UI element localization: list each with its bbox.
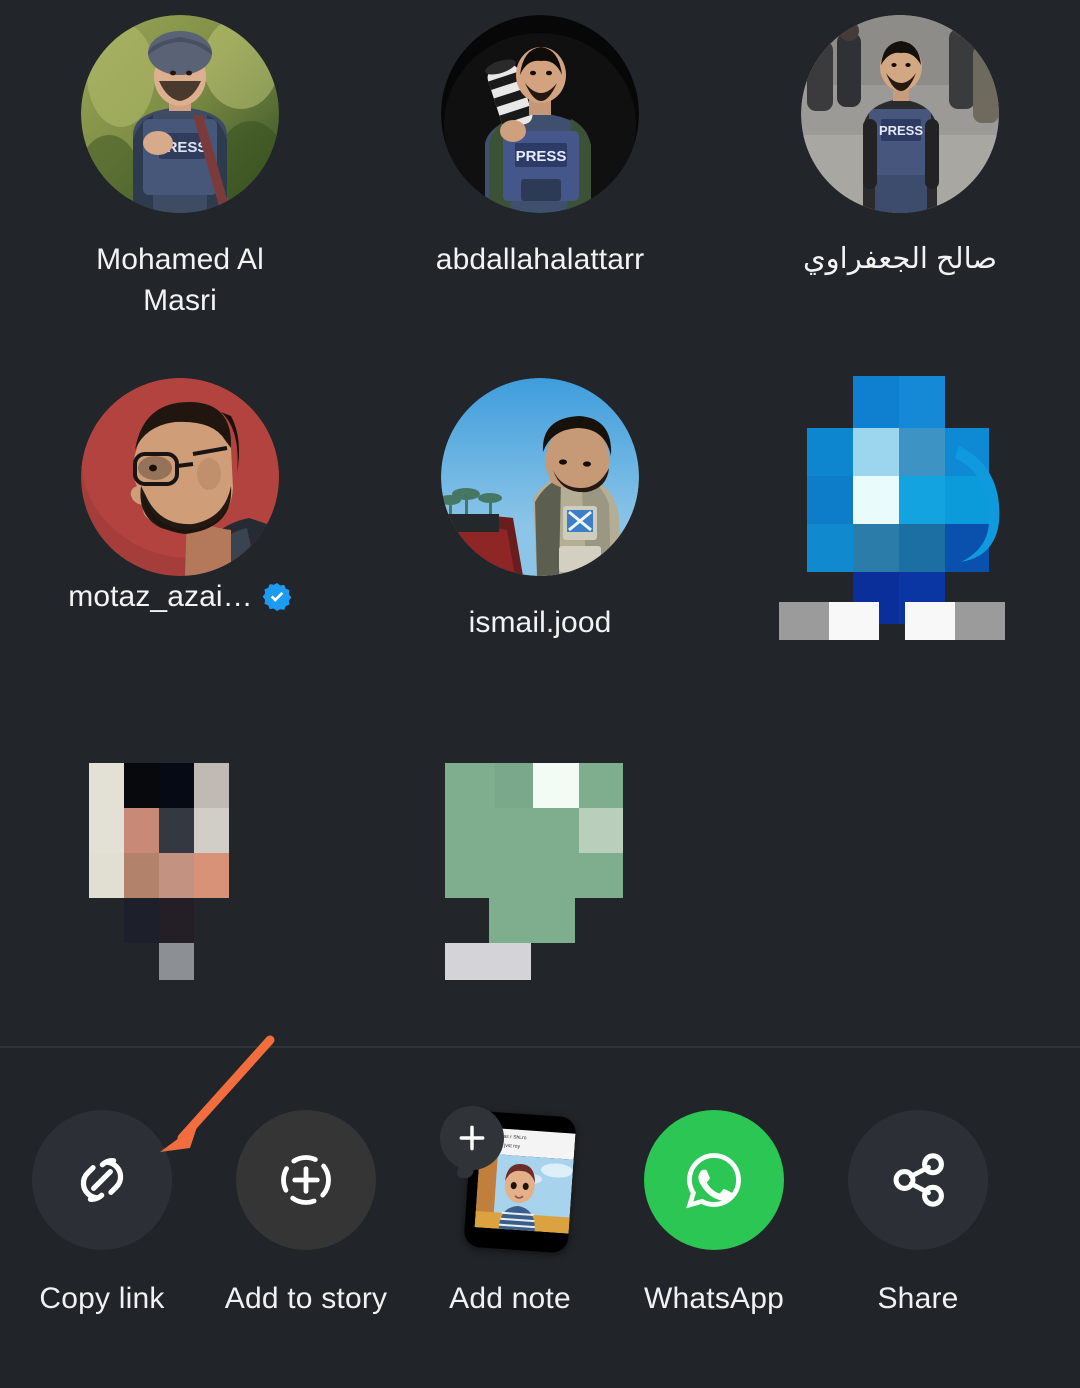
share-action-share[interactable]: Share: [816, 1048, 1020, 1316]
svg-text:PRESS: PRESS: [879, 123, 923, 138]
contact-item-censored-blue[interactable]: [720, 376, 1080, 643]
share-action-label: Copy link: [39, 1282, 165, 1315]
avatar[interactable]: [801, 376, 1000, 624]
contact-item-mohamed-al-masri[interactable]: PRESS Mohamed Al Masri: [0, 15, 360, 321]
whatsapp-button[interactable]: [644, 1110, 784, 1250]
share-action-copy-link[interactable]: Copy link: [0, 1048, 204, 1316]
add-to-story-icon: [281, 1155, 331, 1205]
avatar[interactable]: [441, 378, 639, 576]
contact-name: ismail.jood: [468, 606, 612, 639]
avatar-image-man-glasses-red-bg: [81, 378, 279, 576]
censored-name-mosaic: [765, 602, 1035, 640]
contact-item-abdallahalattarr[interactable]: PRESS abdallahalattarr: [360, 15, 720, 321]
avatar-image-man-vest-blue-sky: [441, 378, 639, 576]
share-action-row: Copy link Add to story u Mali was r ShLr…: [0, 1048, 1080, 1316]
contact-item-censored-skin[interactable]: [0, 745, 360, 980]
share-action-add-note[interactable]: u Mali was r ShLro Dj mnml jvst roy: [408, 1048, 612, 1316]
add-note-button[interactable]: u Mali was r ShLro Dj mnml jvst roy: [440, 1106, 580, 1254]
share-nodes-icon: [893, 1153, 944, 1207]
contact-item-saleh-aljafarawi[interactable]: PRESS صالح الجعفراوي: [720, 15, 1080, 321]
share-action-whatsapp[interactable]: WhatsApp: [612, 1048, 816, 1316]
avatar[interactable]: PRESS: [801, 15, 999, 213]
share-sheet: Copy link Add to story u Mali was r ShLr…: [0, 1048, 1080, 1388]
contact-row: motaz_azai… ismail.jood: [0, 376, 1080, 643]
avatar-image-journalist-green: PRESS: [81, 15, 279, 213]
share-action-label: Add to story: [224, 1282, 388, 1315]
share-action-label: Add note: [449, 1282, 571, 1315]
contact-row: [0, 745, 1080, 980]
avatar-image-journalist-street: PRESS: [801, 15, 999, 213]
contact-name: صالح الجعفراوي: [802, 243, 998, 275]
contact-item-censored-green[interactable]: [360, 745, 720, 980]
contact-item-empty: [720, 745, 1080, 980]
plus-icon: [459, 1125, 485, 1151]
add-note-plus-bubble[interactable]: [440, 1106, 504, 1170]
avatar[interactable]: PRESS: [441, 15, 639, 213]
contact-item-motaz-azaiza[interactable]: motaz_azai…: [0, 378, 360, 643]
share-button[interactable]: [848, 1110, 988, 1250]
whatsapp-icon: [686, 1153, 741, 1209]
verified-badge-icon: [262, 582, 292, 611]
link-icon: [80, 1158, 124, 1202]
contact-suggestion-grid: PRESS Mohamed Al Masri PRESS abdallahala…: [0, 0, 1080, 1047]
censored-avatar-mosaic: [81, 745, 279, 980]
share-action-add-to-story[interactable]: Add to story: [204, 1048, 408, 1316]
censored-avatar-mosaic: [801, 376, 1000, 624]
contact-row: PRESS Mohamed Al Masri PRESS abdallahala…: [0, 15, 1080, 321]
censored-avatar-mosaic: [441, 745, 639, 980]
avatar-image-journalist-camera: PRESS: [441, 15, 639, 213]
avatar[interactable]: [81, 378, 279, 576]
contact-item-ismail-jood[interactable]: ismail.jood: [360, 378, 720, 643]
censored-avatar-arc: [955, 446, 1000, 562]
contact-name: motaz_azai…: [68, 580, 253, 613]
contact-name: abdallahalattarr: [435, 243, 645, 276]
share-action-label: Share: [877, 1282, 959, 1315]
contact-name: Mohamed Al Masri: [96, 243, 264, 317]
copy-link-button[interactable]: [32, 1110, 172, 1250]
add-to-story-button[interactable]: [236, 1110, 376, 1250]
share-action-label: WhatsApp: [644, 1282, 784, 1315]
svg-text:PRESS: PRESS: [516, 148, 567, 165]
avatar[interactable]: PRESS: [81, 15, 279, 213]
add-note-thumbnail: u Mali was r ShLro Dj mnml jvst roy: [440, 1106, 580, 1254]
